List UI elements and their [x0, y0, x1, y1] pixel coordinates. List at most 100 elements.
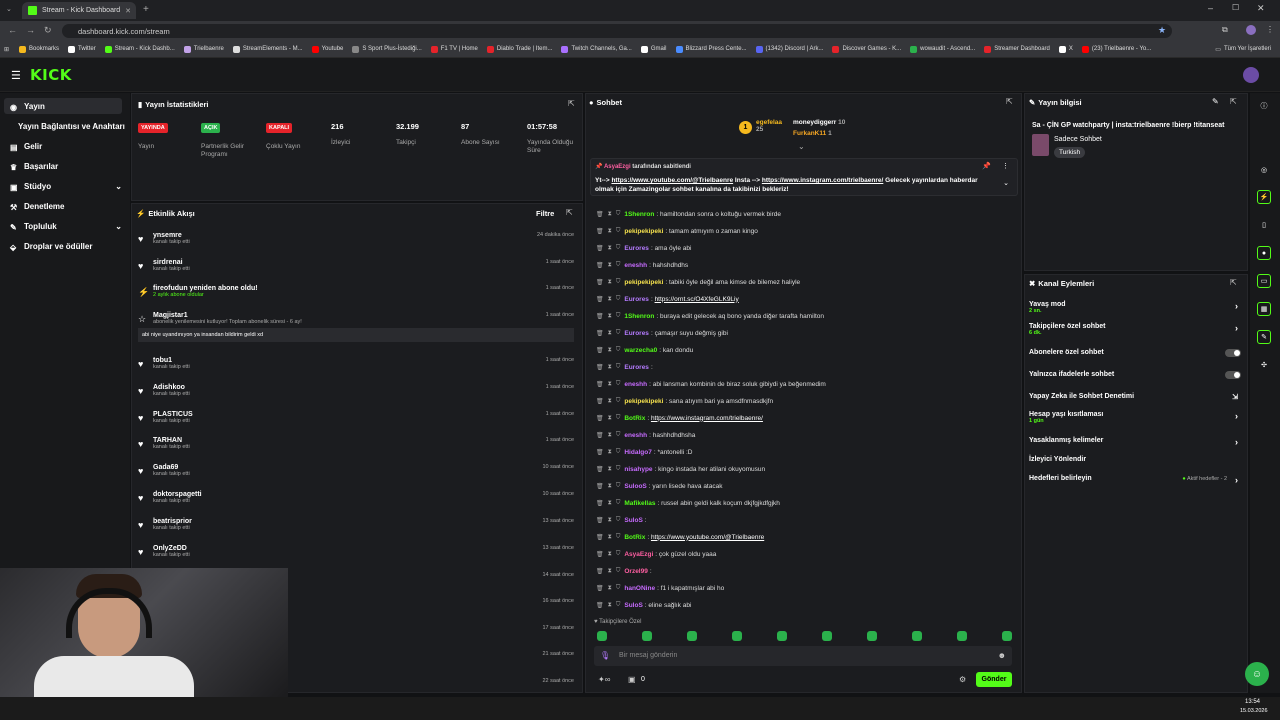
apps-icon[interactable]: ⊞	[4, 46, 9, 53]
popout-icon[interactable]: ⇱	[566, 208, 573, 217]
chat-username[interactable]: pekipekipeki	[624, 398, 663, 405]
timeout-icon[interactable]: ⧗	[608, 313, 612, 320]
bookmark-item[interactable]: wowaudit - Ascend...	[910, 45, 975, 53]
delete-icon[interactable]: 🗑	[596, 279, 604, 286]
timeout-icon[interactable]: ⧗	[608, 449, 612, 456]
delete-icon[interactable]: 🗑	[596, 262, 604, 269]
sidebar-item-gelir[interactable]: ▤ Gelir	[10, 142, 42, 152]
popout-icon[interactable]: ⇱	[1006, 97, 1013, 106]
timeout-icon[interactable]: ⧗	[608, 211, 612, 218]
chat-link[interactable]: https://ornt.sc/O4XfeGLK9Liy	[655, 296, 739, 303]
delete-icon[interactable]: 🗑	[596, 347, 604, 354]
chat-username[interactable]: eneshh	[624, 381, 647, 388]
emote-icon[interactable]	[687, 631, 697, 641]
channel-action[interactable]: Takipçilere özel sohbet 6 dk. ›	[1029, 323, 1241, 337]
chat-settings-icon[interactable]: ⚙	[959, 675, 966, 684]
chat-username[interactable]: BotRix	[624, 534, 645, 541]
popout-icon[interactable]: ⇱	[1230, 278, 1237, 287]
channel-action[interactable]: Hesap yaşı kısıtlaması 1 gün ›	[1029, 411, 1241, 425]
popout-icon[interactable]: ⇱	[568, 99, 575, 108]
wrench-icon[interactable]: ✎	[1257, 330, 1271, 344]
filter-button[interactable]: Filtre	[536, 209, 554, 218]
expand-chevron-icon[interactable]: ⌄	[798, 142, 805, 151]
chat-username[interactable]: Mafikellas	[624, 500, 655, 507]
chat-username[interactable]: nisahype	[624, 466, 652, 473]
bookmark-item[interactable]: Gmail	[640, 45, 667, 53]
maximize-icon[interactable]: ☐	[1232, 3, 1239, 12]
category-name[interactable]: Sadece Sohbet	[1054, 136, 1102, 143]
timeout-icon[interactable]: ⧗	[608, 245, 612, 252]
profile-avatar[interactable]	[1246, 25, 1256, 35]
chat-username[interactable]: Eurores	[624, 245, 649, 252]
delete-icon[interactable]: 🗑	[596, 381, 604, 388]
hamburger-menu-icon[interactable]: ☰	[11, 69, 21, 82]
chat-username[interactable]: warzecha0	[624, 347, 657, 354]
channel-action[interactable]: Abonelere özel sohbet	[1029, 349, 1241, 363]
timeout-icon[interactable]: ⧗	[608, 500, 612, 507]
chat-username[interactable]: eneshh	[624, 432, 647, 439]
chat-username[interactable]: SuloS	[624, 517, 642, 524]
forward-icon[interactable]: →	[26, 25, 35, 35]
timeout-icon[interactable]: ⧗	[608, 585, 612, 592]
emote-icon[interactable]	[732, 631, 742, 641]
all-bookmarks[interactable]: ▭ Tüm Yer İşaretleri	[1215, 46, 1271, 53]
popout-icon[interactable]: ⇱	[1230, 97, 1237, 106]
instagram-link[interactable]: https://www.instagram.com/trielbaenre/	[762, 177, 883, 184]
emote-icon[interactable]	[957, 631, 967, 641]
delete-icon[interactable]: 🗑	[596, 313, 604, 320]
emote-icon[interactable]	[822, 631, 832, 641]
bookmark-item[interactable]: Bookmarks	[19, 45, 59, 53]
timeout-icon[interactable]: ⧗	[608, 279, 612, 286]
chat-username[interactable]: 1Shenron	[624, 313, 654, 320]
delete-icon[interactable]: 🗑	[596, 585, 604, 592]
extensions-icon[interactable]: ⧉	[1222, 25, 1228, 35]
timeout-icon[interactable]: ⧗	[608, 330, 612, 337]
emoji-icon[interactable]: ☻	[998, 651, 1006, 660]
emote-icon[interactable]	[912, 631, 922, 641]
back-icon[interactable]: ←	[8, 25, 17, 35]
camera-icon[interactable]: ◎	[1257, 163, 1271, 177]
close-tab-icon[interactable]: ✕	[125, 7, 131, 15]
sidebar-item-yayin[interactable]: ◉ Yayın	[10, 102, 45, 112]
tab-menu-icon[interactable]: ⌄	[6, 5, 12, 13]
language-tag[interactable]: Turkish	[1054, 147, 1086, 158]
chat-link[interactable]: https://www.instagram.com/trielbaenre/	[651, 415, 763, 422]
delete-icon[interactable]: 🗑	[596, 432, 604, 439]
browser-menu-icon[interactable]: ⋮	[1266, 25, 1274, 34]
delete-icon[interactable]: 🗑	[596, 602, 604, 609]
chat-username[interactable]: BotRix	[624, 415, 645, 422]
chat-input[interactable]: 🎙 Bir mesaj gönderin ☻	[594, 646, 1012, 666]
bookmark-item[interactable]: StreamElements - M...	[232, 45, 303, 53]
chat-username[interactable]: Eurores	[624, 296, 649, 303]
mic-icon[interactable]: 🎙	[600, 651, 610, 660]
help-bubble-button[interactable]: ☺	[1245, 662, 1269, 686]
delete-icon[interactable]: 🗑	[596, 517, 604, 524]
emote-icon[interactable]	[867, 631, 877, 641]
calendar-icon[interactable]: ▦	[1257, 302, 1271, 316]
emote-icon[interactable]	[597, 631, 607, 641]
bookmark-item[interactable]: Stream - Kick Dashb...	[104, 45, 175, 53]
delete-icon[interactable]: 🗑	[596, 534, 604, 541]
timeout-icon[interactable]: ⧗	[608, 483, 612, 490]
chat-bubble-icon[interactable]: ●	[1257, 246, 1271, 260]
bookmark-item[interactable]: (23) Trielbaenre - Yo...	[1081, 45, 1151, 53]
emote-icon[interactable]	[1002, 631, 1012, 641]
bookmark-item[interactable]: F1 TV | Home	[430, 45, 478, 53]
delete-icon[interactable]: 🗑	[596, 483, 604, 490]
chat-username[interactable]: Eurores	[624, 330, 649, 337]
close-window-icon[interactable]: ✕	[1257, 3, 1265, 14]
channel-action[interactable]: Yasaklanmış kelimeler ›	[1029, 437, 1241, 451]
sidebar-item-denetleme[interactable]: ⚒ Denetleme	[10, 202, 64, 212]
bookmark-item[interactable]: S Sport Plus-İstediği...	[352, 45, 422, 53]
points-icon[interactable]: ✦∞	[598, 675, 610, 684]
page-icon[interactable]: ▯	[1257, 218, 1271, 232]
bookmark-star-icon[interactable]: ★	[1158, 25, 1166, 36]
emote-icon[interactable]	[777, 631, 787, 641]
chat-username[interactable]: eneshh	[624, 262, 647, 269]
delete-icon[interactable]: 🗑	[596, 228, 604, 235]
delete-icon[interactable]: 🗑	[596, 466, 604, 473]
timeout-icon[interactable]: ⧗	[608, 262, 612, 269]
unpin-icon[interactable]: 📌	[982, 162, 991, 170]
timeout-icon[interactable]: ⧗	[608, 364, 612, 371]
delete-icon[interactable]: 🗑	[596, 500, 604, 507]
